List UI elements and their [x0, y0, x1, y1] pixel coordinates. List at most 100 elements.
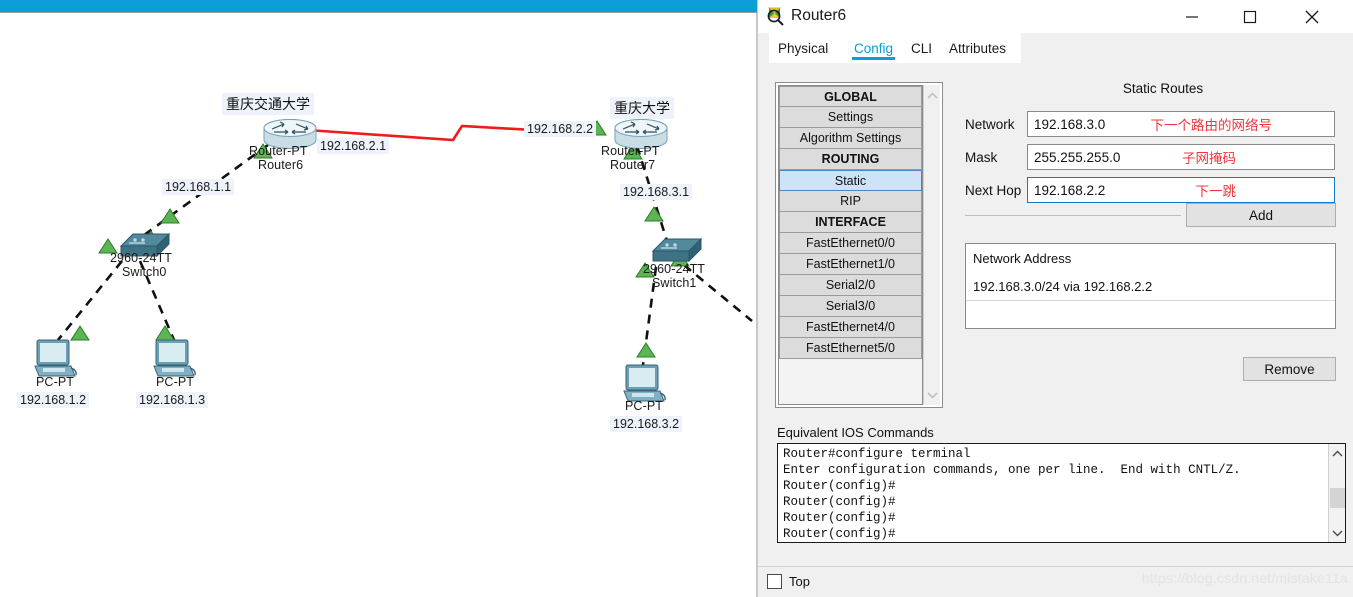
- tab-active-underline: [852, 57, 896, 60]
- ip-label-pc2: 192.168.1.3: [136, 392, 209, 408]
- sidebar-item-serial2-0[interactable]: Serial2/0: [779, 275, 922, 296]
- top-checkbox-label: Top: [789, 574, 810, 589]
- tab-config[interactable]: Config: [852, 33, 896, 63]
- sidebar-scrollbar[interactable]: [923, 85, 940, 405]
- close-button[interactable]: [1289, 0, 1335, 33]
- ip-label-pc3: 192.168.3.2: [610, 416, 683, 432]
- sidebar-label-fa1-0: FastEthernet1/0: [806, 257, 895, 271]
- packet-tracer-workspace: 重庆交通大学 重庆大学 Router-PT Router6 Router-PT …: [0, 0, 757, 597]
- sidebar-label-routing: ROUTING: [821, 152, 880, 166]
- tab-cli-label: CLI: [911, 40, 933, 56]
- next-hop-annotation: 下一跳: [1195, 184, 1237, 199]
- device-name-switch0: Switch0: [122, 265, 167, 279]
- tab-strip: Physical Config CLI Attributes: [758, 33, 1353, 63]
- mask-annotation: 子网掩码: [1182, 151, 1236, 166]
- workspace-top-bar: [0, 0, 757, 12]
- add-route-button[interactable]: Add: [1186, 203, 1336, 227]
- next-hop-value: 192.168.2.2: [1034, 182, 1106, 198]
- minimize-button[interactable]: [1169, 0, 1215, 33]
- network-label: Network: [965, 116, 1015, 132]
- network-address-list-row[interactable]: 192.168.3.0/24 via 192.168.2.2: [973, 279, 1152, 294]
- next-hop-input[interactable]: 192.168.2.2 下一跳: [1027, 177, 1335, 203]
- network-value: 192.168.3.0: [1034, 116, 1106, 132]
- sidebar-label-global: GLOBAL: [824, 89, 877, 104]
- sidebar-label-fa4-0: FastEthernet4/0: [806, 320, 895, 334]
- top-checkbox[interactable]: [767, 574, 782, 589]
- sidebar-item-static[interactable]: Static: [779, 170, 922, 191]
- form-divider: [965, 215, 1181, 216]
- remove-button-label: Remove: [1264, 361, 1315, 377]
- sidebar-item-interface: INTERFACE: [779, 212, 922, 233]
- sidebar-item-fastethernet5-0[interactable]: FastEthernet5/0: [779, 338, 922, 359]
- window-bottom-divider: [758, 566, 1353, 567]
- scroll-down-icon[interactable]: [924, 386, 941, 403]
- ip-label-pc1: 192.168.1.2: [17, 392, 90, 408]
- device-model-switch1: 2960-24TT: [643, 262, 706, 276]
- link-switch0-pc1: [56, 260, 124, 341]
- tab-cli[interactable]: CLI: [909, 33, 934, 63]
- maximize-button[interactable]: [1227, 0, 1273, 33]
- ios-scroll-up-icon[interactable]: [1329, 445, 1346, 462]
- tab-physical-label: Physical: [778, 40, 829, 56]
- device-model-switch0: 2960-24TT: [110, 251, 173, 265]
- network-annotation: 下一个路由的网络号: [1150, 118, 1273, 133]
- sidebar-label-s3-0: Serial3/0: [825, 299, 876, 313]
- router-config-window: Router6 Physical Config CLI Attributes G…: [757, 0, 1353, 597]
- sidebar-item-fastethernet1-0[interactable]: FastEthernet1/0: [779, 254, 922, 275]
- tab-physical[interactable]: Physical: [776, 33, 830, 63]
- sidebar-item-serial3-0[interactable]: Serial3/0: [779, 296, 922, 317]
- ios-commands-box[interactable]: Router#configure terminal Enter configur…: [777, 443, 1346, 543]
- next-hop-label: Next Hop: [965, 182, 1022, 198]
- sidebar-item-rip[interactable]: RIP: [779, 191, 922, 212]
- device-model-pc3: PC-PT: [625, 399, 663, 413]
- ip-label-router7-serial: 192.168.2.2: [524, 121, 597, 137]
- device-name-router6: Router6: [258, 158, 304, 172]
- device-model-router7: Router-PT: [601, 144, 660, 158]
- window-title: Router6: [791, 7, 847, 24]
- mask-label: Mask: [965, 149, 998, 165]
- config-sidebar: GLOBAL Settings Algorithm Settings ROUTI…: [775, 82, 943, 408]
- sidebar-label-interface: INTERFACE: [815, 215, 886, 229]
- site-label-1: 重庆交通大学: [222, 93, 314, 115]
- network-input[interactable]: 192.168.3.0 下一个路由的网络号: [1027, 111, 1335, 137]
- ios-scrollbar[interactable]: [1328, 444, 1345, 542]
- app-root: 重庆交通大学 重庆大学 Router-PT Router6 Router-PT …: [0, 0, 1353, 597]
- mask-value: 255.255.255.0: [1034, 149, 1121, 165]
- device-model-router6: Router-PT: [249, 144, 308, 158]
- tab-attributes[interactable]: Attributes: [947, 33, 1008, 63]
- ios-scroll-thumb[interactable]: [1330, 488, 1345, 508]
- tab-config-label: Config: [854, 40, 894, 56]
- config-panel: GLOBAL Settings Algorithm Settings ROUTI…: [769, 63, 1353, 597]
- inspect-magnifier-icon: [766, 6, 786, 26]
- sidebar-label-algorithm-settings: Algorithm Settings: [799, 131, 902, 145]
- sidebar-item-fastethernet4-0[interactable]: FastEthernet4/0: [779, 317, 922, 338]
- sidebar-label-settings: Settings: [827, 110, 874, 124]
- sidebar-item-algorithm-settings[interactable]: Algorithm Settings: [779, 128, 922, 149]
- topology-canvas[interactable]: 重庆交通大学 重庆大学 Router-PT Router6 Router-PT …: [0, 13, 756, 597]
- ios-scroll-down-icon[interactable]: [1329, 524, 1346, 541]
- ios-commands-label: Equivalent IOS Commands: [777, 425, 934, 440]
- ip-label-router6-lan: 192.168.1.1: [162, 179, 235, 195]
- add-button-label: Add: [1248, 207, 1274, 223]
- config-sidebar-list[interactable]: GLOBAL Settings Algorithm Settings ROUTI…: [778, 85, 923, 405]
- sidebar-label-s2-0: Serial2/0: [825, 278, 876, 292]
- sidebar-item-routing: ROUTING: [779, 149, 922, 170]
- static-routes-title: Static Routes: [1122, 81, 1204, 96]
- network-address-list[interactable]: Network Address 192.168.3.0/24 via 192.1…: [965, 243, 1336, 329]
- mask-input[interactable]: 255.255.255.0 子网掩码: [1027, 144, 1335, 170]
- sidebar-label-fa0-0: FastEthernet0/0: [806, 236, 895, 250]
- scroll-up-icon[interactable]: [924, 87, 941, 104]
- sidebar-label-fa5-0: FastEthernet5/0: [806, 341, 895, 355]
- sidebar-item-settings[interactable]: Settings: [779, 107, 922, 128]
- sidebar-label-rip: RIP: [840, 194, 861, 208]
- tab-attributes-label: Attributes: [949, 40, 1007, 56]
- site-label-2: 重庆大学: [610, 97, 674, 119]
- remove-route-button[interactable]: Remove: [1243, 357, 1336, 381]
- sidebar-item-fastethernet0-0[interactable]: FastEthernet0/0: [779, 233, 922, 254]
- watermark: https://blog.csdn.net/mistake11a: [1141, 570, 1348, 586]
- window-titlebar[interactable]: Router6: [758, 0, 1353, 33]
- ios-commands-text: Router#configure terminal Enter configur…: [783, 447, 1241, 541]
- ip-label-router7-lan: 192.168.3.1: [620, 184, 693, 200]
- device-model-pc2: PC-PT: [156, 375, 194, 389]
- device-model-pc1: PC-PT: [36, 375, 74, 389]
